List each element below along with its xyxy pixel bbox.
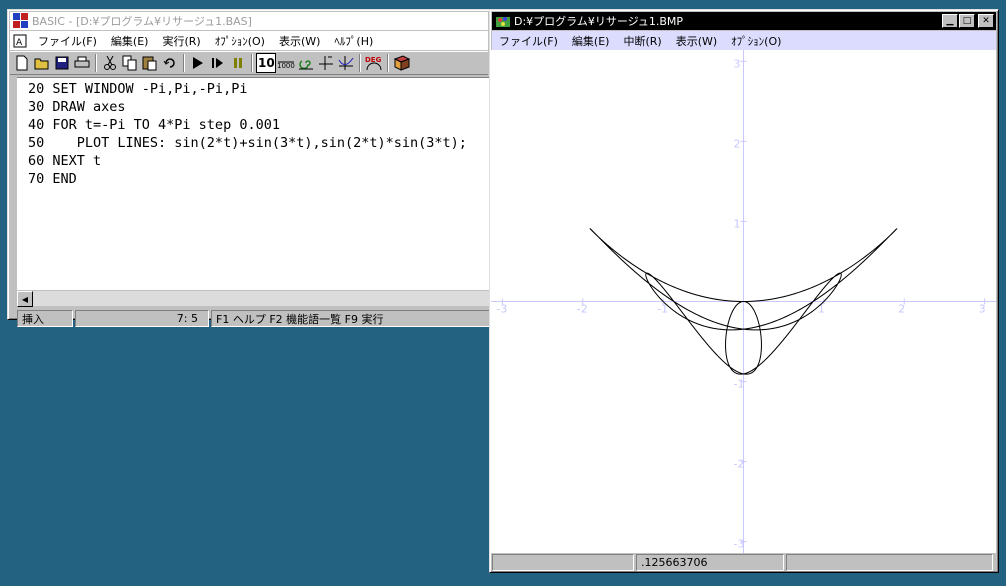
code-line[interactable]: 60 NEXT t	[28, 152, 496, 170]
editor-toolbar: 10 1000 DEG	[10, 51, 488, 75]
graph-menu-break[interactable]: 中断(R)	[616, 33, 668, 49]
code-line[interactable]: 40 FOR t=-Pi TO 4*Pi step 0.001	[28, 116, 496, 134]
new-file-icon[interactable]	[12, 53, 32, 73]
minimize-icon: ▁	[946, 15, 954, 26]
maximize-icon: □	[962, 15, 972, 26]
paste-icon[interactable]	[140, 53, 160, 73]
step-icon[interactable]	[208, 53, 228, 73]
paint-app-icon	[495, 13, 511, 29]
decimal-icon[interactable]: 1000	[276, 53, 296, 73]
lissajous-plot: -3 -2 -1 1 2 3-3-2-1123	[491, 50, 996, 553]
copy-icon[interactable]	[120, 53, 140, 73]
book-icon[interactable]	[392, 53, 412, 73]
cursor-position: 7: 5	[75, 310, 209, 327]
chevron-left-icon: ◀	[21, 294, 29, 304]
minimize-button[interactable]: ▁	[942, 14, 958, 28]
graph-window: D:¥プログラム¥リサージュ1.BMP ▁ □ ✕ ファイル(F) 編集(E) …	[489, 9, 999, 573]
code-line[interactable]: 30 DRAW axes	[28, 98, 496, 116]
document-menu-icon[interactable]: A	[12, 33, 28, 49]
scroll-left-button[interactable]: ◀	[17, 291, 33, 307]
menu-options[interactable]: ｵﾌﾟｼｮﾝ(O)	[208, 33, 272, 49]
basic-app-icon	[13, 13, 29, 29]
y-tick-label: 1	[734, 217, 741, 230]
cut-icon[interactable]	[100, 53, 120, 73]
spiral-icon[interactable]	[296, 53, 316, 73]
function-key-hints: F1 ヘルプ F2 機能語一覧 F9 実行	[211, 310, 494, 327]
editor-window: BASIC - [D:¥プログラム¥リサージュ1.BAS] A ファイル(F) …	[7, 9, 496, 327]
code-line[interactable]: 50 PLOT LINES: sin(2*t)+sin(3*t),sin(2*t…	[28, 134, 496, 152]
print-icon[interactable]	[72, 53, 92, 73]
graph-status-left	[492, 554, 634, 571]
code-editor[interactable]: 20 SET WINDOW -Pi,Pi,-Pi,Pi 30 DRAW axes 4…	[17, 77, 496, 290]
menu-help[interactable]: ﾍﾙﾌﾟ(H)	[327, 33, 380, 49]
graph-status-right	[786, 554, 993, 571]
graph-menu-edit[interactable]: 編集(E)	[565, 33, 617, 49]
axes-icon[interactable]	[316, 53, 336, 73]
toolbar-separator	[95, 54, 97, 72]
menu-file[interactable]: ファイル(F)	[31, 33, 104, 49]
graph-title: D:¥プログラム¥リサージュ1.BMP	[514, 15, 684, 28]
line-number-icon[interactable]: 10	[256, 53, 276, 73]
y-tick-label: 2	[734, 137, 741, 150]
y-tick-label: -3	[734, 538, 745, 551]
y-tick-label: -2	[734, 458, 745, 471]
editor-statusbar: 挿入 7: 5 F1 ヘルプ F2 機能語一覧 F9 実行	[17, 310, 496, 327]
x-tick-label: -3	[496, 303, 507, 316]
menu-run[interactable]: 実行(R)	[155, 33, 207, 49]
toolbar-separator	[183, 54, 185, 72]
graph-menubar: ファイル(F) 編集(E) 中断(R) 表示(W) ｵﾌﾟｼｮﾝ(O)	[492, 31, 996, 50]
toolbar-separator	[359, 54, 361, 72]
graph-menu-view[interactable]: 表示(W)	[669, 33, 724, 49]
svg-text:A: A	[16, 38, 23, 48]
x-tick-label: -2	[577, 303, 588, 316]
maximize-button[interactable]: □	[959, 14, 975, 28]
y-tick-label: -1	[734, 378, 745, 391]
graph-menu-file[interactable]: ファイル(F)	[492, 33, 565, 49]
x-tick-label: 2	[898, 303, 905, 316]
menu-view[interactable]: 表示(W)	[272, 33, 327, 49]
open-folder-icon[interactable]	[32, 53, 52, 73]
horizontal-scrollbar[interactable]: ◀	[17, 290, 496, 307]
toolbar-separator	[251, 54, 253, 72]
graph-menu-options[interactable]: ｵﾌﾟｼｮﾝ(O)	[724, 33, 788, 49]
menu-edit[interactable]: 編集(E)	[104, 33, 156, 49]
save-icon[interactable]	[52, 53, 72, 73]
line-number-icon-label: 10	[258, 56, 275, 70]
insert-mode-indicator: 挿入	[17, 310, 73, 327]
y-tick-label: 3	[734, 57, 741, 70]
graph-status-value: .125663706	[636, 554, 784, 571]
run-icon[interactable]	[188, 53, 208, 73]
caption-buttons: ▁ □ ✕	[941, 14, 994, 28]
degree-icon[interactable]: DEG	[364, 53, 384, 73]
graph-canvas: -3 -2 -1 1 2 3 -3 -2 -1 1 2 3	[491, 50, 996, 553]
pause-icon[interactable]	[228, 53, 248, 73]
code-line[interactable]: 20 SET WINDOW -Pi,Pi,-Pi,Pi	[28, 80, 496, 98]
decimal-icon-label: 1000	[277, 62, 295, 70]
x-tick-label: 3	[979, 303, 986, 316]
undo-icon[interactable]	[160, 53, 180, 73]
editor-titlebar[interactable]: BASIC - [D:¥プログラム¥リサージュ1.BAS]	[10, 12, 488, 30]
code-line[interactable]: 70 END	[28, 170, 496, 188]
editor-title: BASIC - [D:¥プログラム¥リサージュ1.BAS]	[32, 15, 252, 28]
close-icon: ✕	[982, 15, 990, 26]
editor-menubar: A ファイル(F) 編集(E) 実行(R) ｵﾌﾟｼｮﾝ(O) 表示(W) ﾍﾙ…	[10, 31, 488, 50]
close-button[interactable]: ✕	[978, 14, 994, 28]
graph-titlebar[interactable]: D:¥プログラム¥リサージュ1.BMP ▁ □ ✕	[492, 12, 996, 30]
toolbar-separator	[387, 54, 389, 72]
graph-icon[interactable]	[336, 53, 356, 73]
graph-statusbar: .125663706	[492, 554, 995, 571]
